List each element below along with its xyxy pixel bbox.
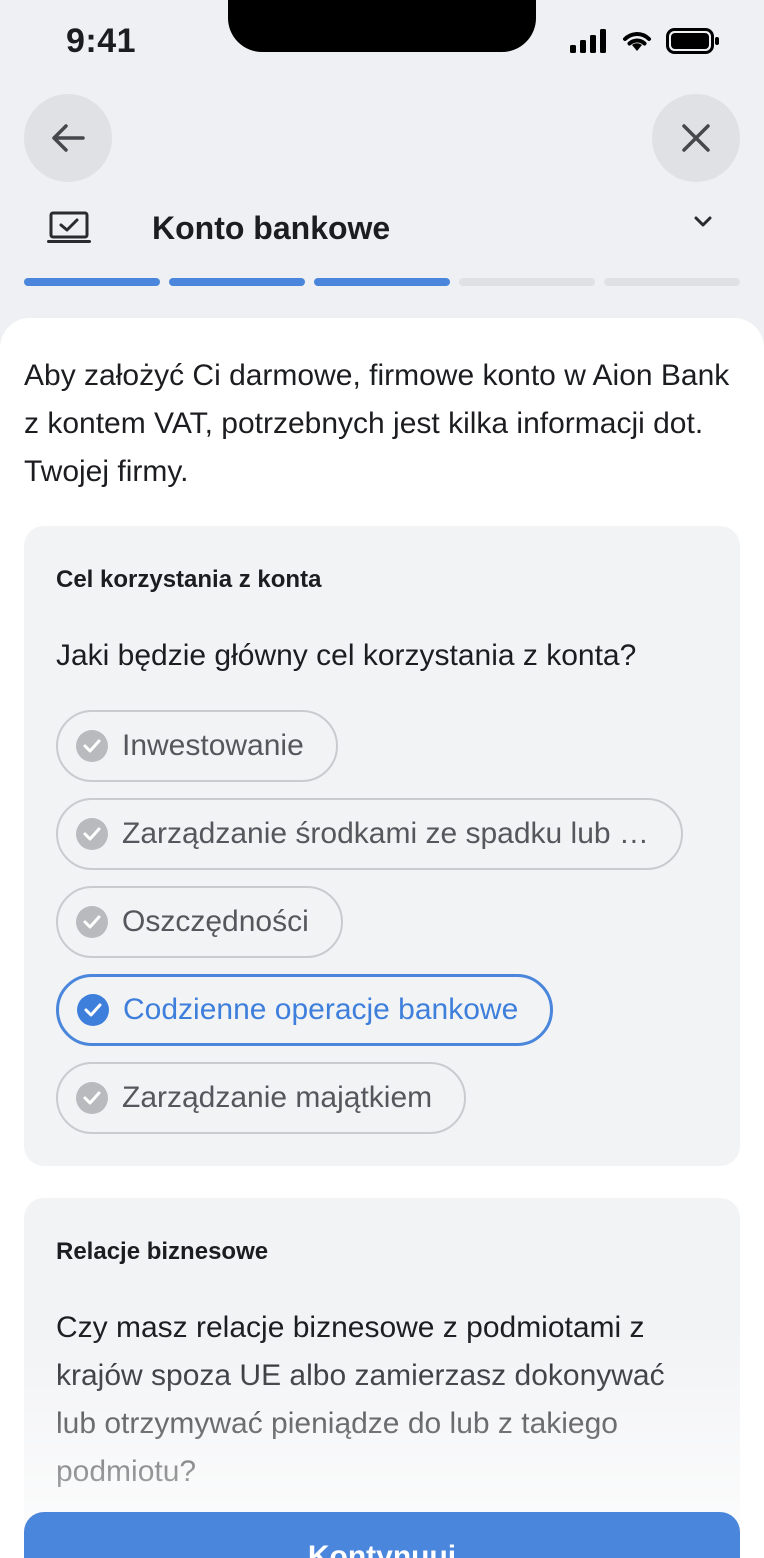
status-time: 9:41 [66,22,137,60]
device-notch [228,0,536,52]
back-button[interactable] [24,94,112,182]
wifi-icon [623,32,651,51]
check-circle-icon [76,906,108,938]
purpose-card: Cel korzystania z konta Jaki będzie głów… [24,526,740,1166]
purpose-option-chip[interactable]: Oszczędności [56,886,343,958]
signal-icon [570,29,606,53]
laptop-check-icon [46,211,92,245]
progress-segment-done [169,278,305,286]
step-title: Konto bankowe [152,209,391,246]
chevron-down-icon[interactable] [694,216,712,228]
step-header[interactable]: Konto bankowe [24,198,740,258]
content-sheet: Aby założyć Ci darmowe, firmowe konto w … [0,318,764,1558]
relations-question: Czy masz relacje biznesowe z podmiotami … [56,1311,665,1488]
purpose-option-label: Zarządzanie majątkiem [122,1081,433,1114]
purpose-option-label: Inwestowanie [122,729,304,762]
continue-button[interactable]: Kontynuuj [24,1512,740,1558]
progress-segment-pending [459,278,595,286]
purpose-option-label: Oszczędności [122,905,309,938]
intro-text: Aby założyć Ci darmowe, firmowe konto w … [24,359,730,488]
check-circle-icon [76,730,108,762]
relations-card: Relacje biznesowe Czy masz relacje bizne… [24,1198,740,1558]
close-icon [682,124,710,152]
purpose-question: Jaki będzie główny cel korzystania z kon… [56,639,637,672]
status-bar: 9:41 [0,0,764,90]
check-circle-icon [76,1082,108,1114]
check-circle-icon [77,994,109,1026]
progress-segment-pending [604,278,740,286]
battery-icon [666,28,719,54]
check-circle-icon [76,818,108,850]
purpose-option-chip[interactable]: Inwestowanie [56,710,338,782]
purpose-option-chip[interactable]: Zarządzanie środkami ze spadku lub … [56,798,683,870]
arrow-left-icon [52,124,85,152]
purpose-option-chip[interactable]: Codzienne operacje bankowe [56,974,554,1046]
purpose-option-chip[interactable]: Zarządzanie majątkiem [56,1062,467,1134]
status-icons [570,28,720,54]
progress-segment-done [24,278,160,286]
purpose-option-label: Codzienne operacje bankowe [123,993,519,1026]
step-progress-bar [24,278,740,286]
close-button[interactable] [652,94,740,182]
relations-card-title: Relacje biznesowe [56,1238,269,1265]
purpose-option-label: Zarządzanie środkami ze spadku lub … [122,817,649,850]
purpose-card-title: Cel korzystania z konta [56,566,322,593]
progress-segment-done [314,278,450,286]
